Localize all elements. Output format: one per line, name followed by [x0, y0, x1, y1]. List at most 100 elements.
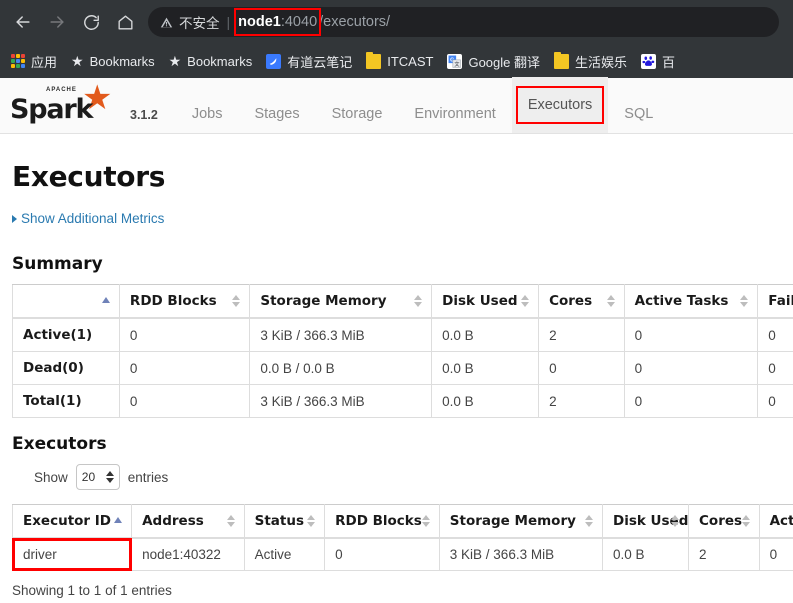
- spark-navbar: APACHE ★ Spark 3.1.2 Jobs Stages Storage…: [0, 77, 793, 134]
- summary-cell: Active(1): [12, 317, 120, 352]
- sort-ascending-icon: [101, 294, 111, 308]
- executors-col-disk-used[interactable]: Disk Used: [601, 504, 690, 539]
- tab-stages[interactable]: Stages: [238, 95, 315, 133]
- executors-heading: Executors: [12, 434, 107, 454]
- url-host-highlight-box: node1:4040: [234, 8, 322, 36]
- summary-cell: 0: [623, 384, 759, 418]
- executor-rdd-blocks-cell: 0: [324, 537, 440, 571]
- sort-ascending-icon: [114, 514, 123, 528]
- summary-table-wrapper: RDD Blocks Storage Memory Disk Used Core…: [12, 284, 793, 418]
- summary-col-active-tasks[interactable]: Active Tasks: [623, 284, 759, 319]
- browser-toolbar: 不安全 | node1:4040 /executors/: [0, 0, 793, 44]
- sort-both-icon: [421, 514, 431, 528]
- summary-cell: 0: [757, 351, 793, 385]
- summary-cell: Total(1): [12, 384, 120, 418]
- google-translate-icon: G文: [447, 53, 463, 69]
- summary-col-storage-memory[interactable]: Storage Memory: [249, 284, 433, 319]
- executor-id-cell[interactable]: driver: [12, 537, 133, 571]
- summary-header-row: RDD Blocks Storage Memory Disk Used Core…: [12, 284, 793, 319]
- table-row: Dead(0) 0 0.0 B / 0.0 B 0.0 B 0 0 0: [12, 351, 793, 385]
- executors-col-label: Status: [254, 513, 304, 529]
- summary-cell: 0.0 B / 0.0 B: [249, 351, 433, 385]
- executors-col-cores[interactable]: Cores: [688, 504, 760, 539]
- summary-cell: 2: [538, 384, 625, 418]
- bookmark-baidu[interactable]: 百: [634, 49, 682, 74]
- summary-heading: Summary: [12, 254, 103, 274]
- address-separator: |: [226, 14, 231, 30]
- executors-col-label: Cores: [699, 513, 743, 529]
- summary-col-failed-tasks[interactable]: Failed Tasks: [757, 284, 793, 319]
- sort-both-icon: [521, 294, 530, 308]
- executors-col-executor-id[interactable]: Executor ID: [12, 504, 133, 539]
- tab-executors[interactable]: Executors: [511, 77, 609, 133]
- table-row: Active(1) 0 3 KiB / 366.3 MiB 0.0 B 2 0 …: [12, 317, 793, 352]
- bookmark-life-entertainment[interactable]: 生活娱乐: [547, 49, 634, 74]
- sort-both-icon: [606, 294, 616, 308]
- spark-logo-icon: APACHE ★ Spark: [8, 81, 126, 127]
- executors-table-wrapper: Executor ID Address Status RDD Blocks St…: [12, 504, 793, 571]
- bookmark-google-translate[interactable]: G文 Google 翻译: [440, 49, 547, 74]
- executors-col-storage-memory[interactable]: Storage Memory: [438, 504, 604, 539]
- tab-jobs[interactable]: Jobs: [176, 95, 239, 133]
- summary-cell: 0: [118, 351, 251, 385]
- page-content: Executors Show Additional Metrics Summar…: [0, 160, 793, 598]
- summary-cell: 3 KiB / 366.3 MiB: [249, 317, 433, 352]
- executors-col-rdd-blocks[interactable]: RDD Blocks: [324, 504, 440, 539]
- sort-both-icon: [671, 514, 680, 528]
- spark-apache-text: APACHE: [46, 87, 77, 93]
- apps-grid-icon: [11, 54, 25, 68]
- executor-disk-used-cell: 0.0 B: [601, 537, 690, 571]
- tab-label: Stages: [254, 106, 300, 122]
- summary-cell: 0: [118, 317, 251, 352]
- bookmark-bookmarks-2[interactable]: ★ Bookmarks: [162, 51, 260, 72]
- tab-storage[interactable]: Storage: [316, 95, 399, 133]
- spark-version: 3.1.2: [130, 108, 158, 122]
- bookmark-itcast[interactable]: ITCAST: [359, 51, 440, 72]
- baidu-icon: [641, 53, 657, 69]
- page-title: Executors: [12, 160, 166, 193]
- bookmark-bookmarks-1[interactable]: ★ Bookmarks: [64, 51, 162, 72]
- summary-cell: 2: [538, 317, 625, 352]
- bookmark-apps[interactable]: 应用: [4, 49, 64, 74]
- sort-both-icon: [226, 514, 236, 528]
- show-additional-metrics-label: Show Additional Metrics: [21, 211, 165, 226]
- summary-cell: 0: [757, 317, 793, 352]
- star-icon: ★: [168, 53, 182, 69]
- bookmark-label: Bookmarks: [187, 53, 253, 69]
- spark-brand[interactable]: APACHE ★ Spark 3.1.2: [8, 81, 158, 133]
- summary-col-rdd-blocks[interactable]: RDD Blocks: [118, 284, 251, 319]
- summary-cell: Dead(0): [12, 351, 120, 385]
- executors-col-label: Address: [142, 513, 204, 529]
- tab-label: Jobs: [191, 106, 223, 122]
- executors-col-status[interactable]: Status: [243, 504, 326, 539]
- show-additional-metrics-toggle[interactable]: Show Additional Metrics: [12, 211, 164, 226]
- summary-col-blank[interactable]: [12, 284, 120, 319]
- tab-sql[interactable]: SQL: [608, 95, 669, 133]
- executor-cores-cell: 2: [688, 537, 760, 571]
- bookmark-label: Google 翻译: [468, 54, 540, 70]
- summary-col-label: RDD Blocks: [129, 293, 217, 309]
- tab-label: Storage: [331, 106, 383, 122]
- bookmark-youdao[interactable]: 有道云笔记: [259, 49, 359, 74]
- back-arrow-icon[interactable]: [6, 5, 40, 39]
- browser-chrome: 不安全 | node1:4040 /executors/ 应用 ★ Bookma…: [0, 0, 793, 78]
- executors-table: Executor ID Address Status RDD Blocks St…: [12, 504, 793, 571]
- summary-col-label: Active Tasks: [634, 293, 729, 309]
- tab-environment[interactable]: Environment: [398, 95, 511, 133]
- url-port: :4040: [280, 14, 318, 30]
- page-size-select[interactable]: 20: [75, 464, 120, 490]
- show-label: Show: [34, 469, 68, 485]
- sort-both-icon: [307, 514, 316, 528]
- executors-col-active-tasks[interactable]: Active Tasks: [758, 504, 793, 539]
- youdao-icon: [266, 53, 282, 69]
- table-row: Total(1) 0 3 KiB / 366.3 MiB 0.0 B 2 0 0: [12, 384, 793, 418]
- summary-col-disk-used[interactable]: Disk Used: [431, 284, 540, 319]
- not-secure-warning-icon: [160, 16, 173, 29]
- executors-col-address[interactable]: Address: [131, 504, 245, 539]
- address-bar[interactable]: 不安全 | node1:4040 /executors/: [148, 7, 779, 37]
- summary-col-cores[interactable]: Cores: [538, 284, 625, 319]
- reload-icon[interactable]: [74, 5, 108, 39]
- forward-arrow-icon[interactable]: [40, 5, 74, 39]
- home-icon[interactable]: [108, 5, 142, 39]
- bookmark-label: 有道云笔记: [287, 55, 353, 71]
